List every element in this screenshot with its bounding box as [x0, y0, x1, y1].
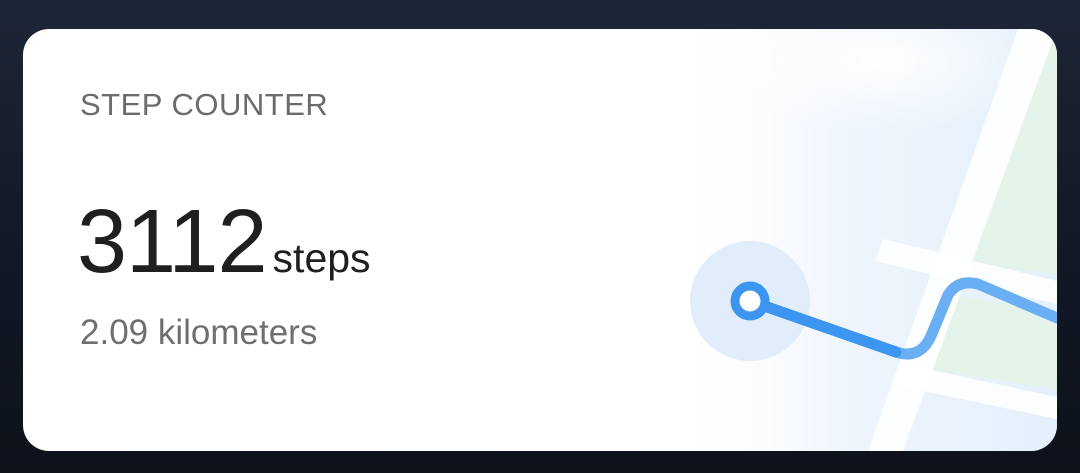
widget-title: STEP COUNTER	[80, 87, 329, 122]
step-count-unit: steps	[272, 235, 371, 281]
distance-label: 2.09 kilometers	[80, 313, 318, 352]
step-counter-widget[interactable]: STEP COUNTER 3112 steps 2.09 kilometers	[23, 29, 1057, 451]
step-count-row: 3112 steps	[77, 197, 371, 287]
step-count-value: 3112	[77, 192, 268, 292]
